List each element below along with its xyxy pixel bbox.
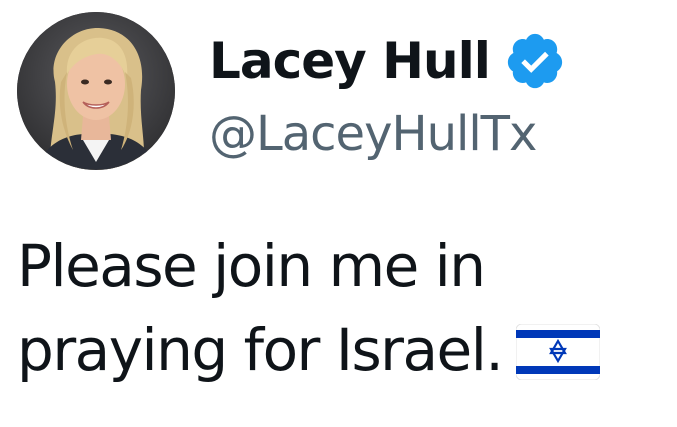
tweet-card: Lacey Hull @LaceyHullTx Please join me i… xyxy=(0,0,677,427)
tweet-text: Please join me in praying for Israel. xyxy=(17,224,667,392)
israel-flag-icon xyxy=(515,318,601,381)
user-handle[interactable]: @LaceyHullTx xyxy=(209,110,537,158)
tweet-header: Lacey Hull @LaceyHullTx xyxy=(17,12,667,172)
tweet-text-line-1: Please join me in xyxy=(17,232,486,300)
profile-photo-icon xyxy=(17,12,175,170)
verified-badge-icon[interactable] xyxy=(504,30,566,92)
avatar[interactable] xyxy=(17,12,175,170)
name-row: Lacey Hull xyxy=(209,26,566,96)
tweet-text-line-2-wrapper: praying for Israel. xyxy=(17,308,667,392)
tweet-text-line-2: praying for Israel. xyxy=(17,316,504,384)
display-name[interactable]: Lacey Hull xyxy=(209,36,491,86)
